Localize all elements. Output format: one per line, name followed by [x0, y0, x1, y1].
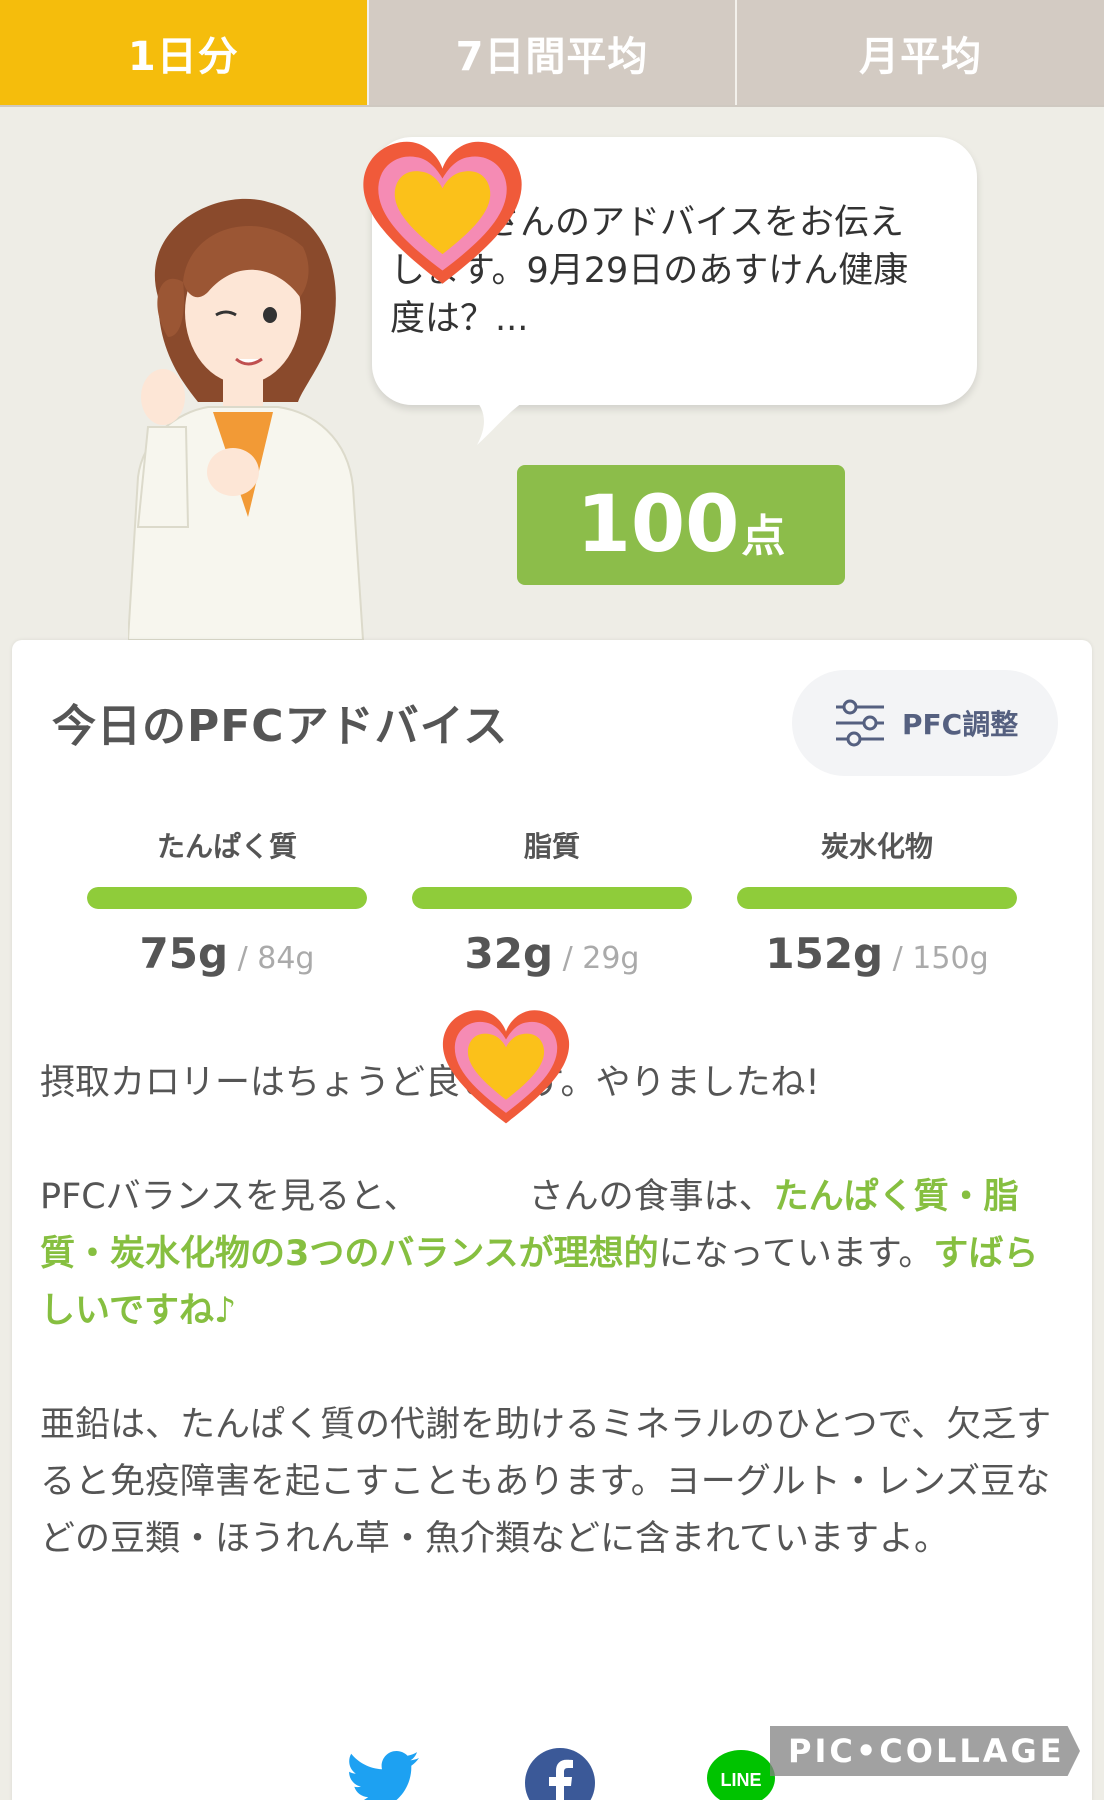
nutrient-bar-fill: [87, 887, 367, 909]
line-icon-label: LINE: [720, 1770, 761, 1790]
advice-text-segment: になっています。: [658, 1234, 934, 1274]
nutrient-name: 脂質: [523, 830, 580, 863]
nutrient-bar: [87, 887, 367, 909]
nutrient-bar-fill: [412, 887, 692, 909]
nutrient-name: たんぱく質: [156, 830, 297, 863]
nutrient-value: 32g: [464, 929, 554, 978]
nutrient-bar-fill: [737, 887, 1017, 909]
nutrient-name: 炭水化物: [820, 830, 933, 863]
health-score-unit: 点: [741, 511, 786, 562]
nutrient-carbohydrate: 炭水化物 152g / 150g: [737, 825, 1017, 978]
pfc-advice-card: 今日のPFCアドバイス PFC調整 たんぱく質 75g / 84g 脂質 32g…: [12, 640, 1092, 1800]
tab-1day[interactable]: 1日分: [0, 0, 369, 105]
nutrient-bar: [737, 887, 1017, 909]
card-title: 今日のPFCアドバイス: [52, 701, 509, 752]
advice-text: 摂取カロリーはちょうど良いです。やりましたね! PFCバランスを見ると、 さんの食…: [40, 1055, 1070, 1625]
nutrient-protein: たんぱく質 75g / 84g: [87, 825, 367, 978]
nutrient-target: / 150g: [883, 941, 989, 976]
facebook-icon[interactable]: [525, 1748, 595, 1800]
pfc-nutrients: たんぱく質 75g / 84g 脂質 32g / 29g 炭水化物 152g /…: [87, 825, 1037, 978]
nutrient-bar: [412, 887, 692, 909]
advice-hero: さんのアドバイスをお伝え します。9月29日のあすけん健康 度は？... 100…: [0, 107, 1104, 640]
period-tabs: 1日分 7日間平均 月平均: [0, 0, 1104, 107]
tab-monthly-average[interactable]: 月平均: [737, 0, 1104, 105]
tab-7day-average[interactable]: 7日間平均: [368, 0, 738, 105]
nutrient-target: / 29g: [553, 941, 640, 976]
pfc-adjust-label: PFC調整: [902, 708, 1019, 741]
sliders-icon: [836, 699, 884, 747]
advice-pfc-balance: PFCバランスを見ると、 さんの食事は、たんぱく質・脂質・炭水化物の3つのバランス…: [40, 1169, 1070, 1340]
nutrient-value: 152g: [765, 929, 884, 978]
health-score-badge: 100 点: [517, 465, 845, 585]
advice-zinc: 亜鉛は、たんぱく質の代謝を助けるミネラルのひとつで、欠乏すると免疫障害を起こすこ…: [40, 1405, 1052, 1559]
nutrient-value: 75g: [139, 929, 229, 978]
advice-intro-line3: 度は？...: [390, 299, 529, 339]
pic-collage-watermark: PIC•COLLAGE: [770, 1726, 1080, 1776]
speech-bubble-tail: [472, 397, 532, 445]
heart-sticker-icon: [363, 141, 522, 284]
heart-sticker-icon: [442, 1010, 570, 1124]
advisor-character-illustration: [128, 198, 365, 640]
pfc-adjust-button[interactable]: PFC調整: [792, 670, 1058, 776]
advice-text-segment: PFCバランスを見ると、: [40, 1177, 419, 1217]
twitter-icon[interactable]: [345, 1750, 421, 1800]
nutrient-target: / 84g: [228, 941, 315, 976]
nutrient-values: 152g / 150g: [737, 929, 1017, 978]
advice-text-segment: さんの食事は、: [528, 1177, 774, 1217]
line-icon[interactable]: LINE: [705, 1746, 777, 1800]
nutrient-values: 75g / 84g: [87, 929, 367, 978]
nutrient-values: 32g / 29g: [412, 929, 692, 978]
health-score-value: 100: [576, 480, 740, 570]
nutrient-fat: 脂質 32g / 29g: [412, 825, 692, 978]
